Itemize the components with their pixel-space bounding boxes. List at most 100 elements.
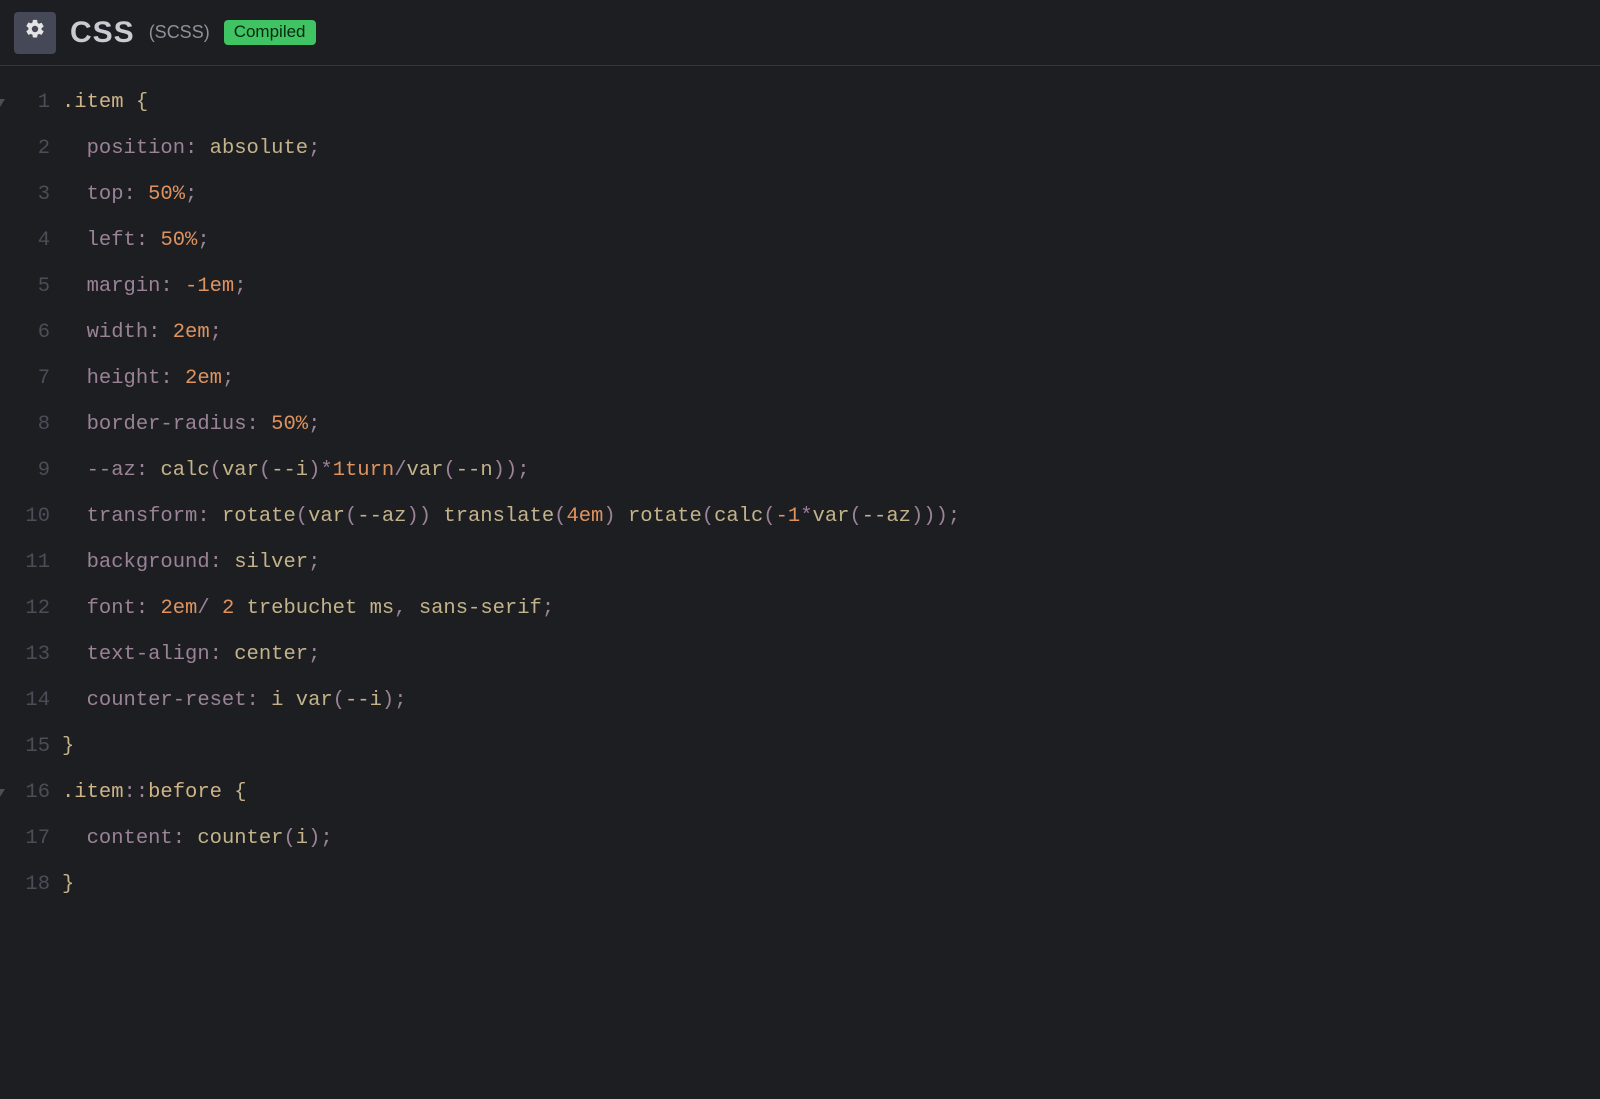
token-punc: )*: [308, 459, 333, 482]
token-punc: :: [124, 183, 149, 206]
token-plain: [62, 505, 87, 528]
token-punc: :: [160, 275, 185, 298]
line-number: 1: [0, 80, 50, 126]
token-num: -1: [776, 505, 801, 528]
token-var: --i: [345, 689, 382, 712]
token-punc: :: [247, 413, 272, 436]
token-punc: ;: [308, 551, 320, 574]
token-var: --i: [271, 459, 308, 482]
token-fn: rotate: [222, 505, 296, 528]
code-line[interactable]: top: 50%;: [62, 172, 1600, 218]
gear-icon: [24, 18, 46, 47]
token-sel: .item: [62, 91, 136, 114]
token-punc: ));: [493, 459, 530, 482]
token-sel: before: [148, 781, 234, 804]
token-plain: [62, 367, 87, 390]
token-plain: [62, 413, 87, 436]
token-num: 50%: [160, 229, 197, 252]
token-punc: )));: [911, 505, 960, 528]
line-number: 5: [0, 264, 50, 310]
code-line[interactable]: transform: rotate(var(--az)) translate(4…: [62, 494, 1600, 540]
code-line[interactable]: .item {: [62, 80, 1600, 126]
token-num: 2em: [173, 321, 210, 344]
code-line[interactable]: position: absolute;: [62, 126, 1600, 172]
token-fn: rotate: [628, 505, 702, 528]
code-line[interactable]: counter-reset: i var(--i);: [62, 678, 1600, 724]
token-fn: var: [813, 505, 850, 528]
line-number: 9: [0, 448, 50, 494]
token-punc: );: [308, 827, 333, 850]
code-line[interactable]: border-radius: 50%;: [62, 402, 1600, 448]
code-line[interactable]: width: 2em;: [62, 310, 1600, 356]
compiled-badge[interactable]: Compiled: [224, 20, 316, 45]
token-punc: :: [136, 597, 161, 620]
code-line[interactable]: --az: calc(var(--i)*1turn/var(--n));: [62, 448, 1600, 494]
token-num: 4em: [566, 505, 603, 528]
code-line[interactable]: font: 2em/ 2 trebuchet ms, sans-serif;: [62, 586, 1600, 632]
token-punc: :: [185, 137, 210, 160]
token-plain: {: [136, 91, 148, 114]
token-fn: var: [222, 459, 259, 482]
token-num: -1em: [185, 275, 234, 298]
code-line[interactable]: left: 50%;: [62, 218, 1600, 264]
code-line[interactable]: height: 2em;: [62, 356, 1600, 402]
code-editor[interactable]: 123456789101112131415161718 .item { posi…: [0, 66, 1600, 908]
token-punc: (: [702, 505, 714, 528]
token-plain: [62, 689, 87, 712]
line-number: 16: [0, 770, 50, 816]
token-fn: counter: [197, 827, 283, 850]
code-line[interactable]: }: [62, 862, 1600, 908]
token-punc: :: [247, 689, 272, 712]
token-val: sans-serif: [419, 597, 542, 620]
panel-subtitle: (SCSS): [149, 22, 210, 43]
code-area[interactable]: .item { position: absolute; top: 50%; le…: [62, 80, 1600, 908]
token-plain: [62, 643, 87, 666]
line-number: 8: [0, 402, 50, 448]
token-punc: (: [763, 505, 775, 528]
token-val: trebuchet ms: [234, 597, 394, 620]
token-punc: (: [333, 689, 345, 712]
line-number: 2: [0, 126, 50, 172]
token-num: 50%: [148, 183, 185, 206]
token-var: --az: [862, 505, 911, 528]
token-punc: :: [136, 229, 161, 252]
token-punc: /: [197, 597, 222, 620]
token-plain: [62, 275, 87, 298]
token-prop: font: [87, 597, 136, 620]
code-line[interactable]: margin: -1em;: [62, 264, 1600, 310]
code-line[interactable]: content: counter(i);: [62, 816, 1600, 862]
line-number: 10: [0, 494, 50, 540]
token-prop: content: [87, 827, 173, 850]
token-plain: [62, 183, 87, 206]
token-var: --n: [456, 459, 493, 482]
token-plain: }: [62, 873, 74, 896]
token-prop: position: [87, 137, 185, 160]
token-prop: border-radius: [87, 413, 247, 436]
code-line[interactable]: .item::before {: [62, 770, 1600, 816]
token-punc: (: [554, 505, 566, 528]
line-number: 11: [0, 540, 50, 586]
code-line[interactable]: text-align: center;: [62, 632, 1600, 678]
line-number: 15: [0, 724, 50, 770]
token-punc: :: [210, 643, 235, 666]
token-punc: :: [173, 827, 198, 850]
line-number: 17: [0, 816, 50, 862]
token-var: --az: [357, 505, 406, 528]
code-line[interactable]: }: [62, 724, 1600, 770]
token-plain: [62, 321, 87, 344]
line-number: 3: [0, 172, 50, 218]
token-punc: ;: [308, 643, 320, 666]
token-punc: ;: [197, 229, 209, 252]
token-punc: ): [603, 505, 628, 528]
token-sel: .item: [62, 781, 124, 804]
settings-button[interactable]: [14, 12, 56, 54]
token-val: absolute: [210, 137, 308, 160]
token-punc: ;: [308, 137, 320, 160]
token-prop: background: [87, 551, 210, 574]
line-number: 12: [0, 586, 50, 632]
line-number: 18: [0, 862, 50, 908]
code-line[interactable]: background: silver;: [62, 540, 1600, 586]
token-punc: ;: [210, 321, 222, 344]
token-punc: :: [210, 551, 235, 574]
token-punc: :: [136, 459, 161, 482]
